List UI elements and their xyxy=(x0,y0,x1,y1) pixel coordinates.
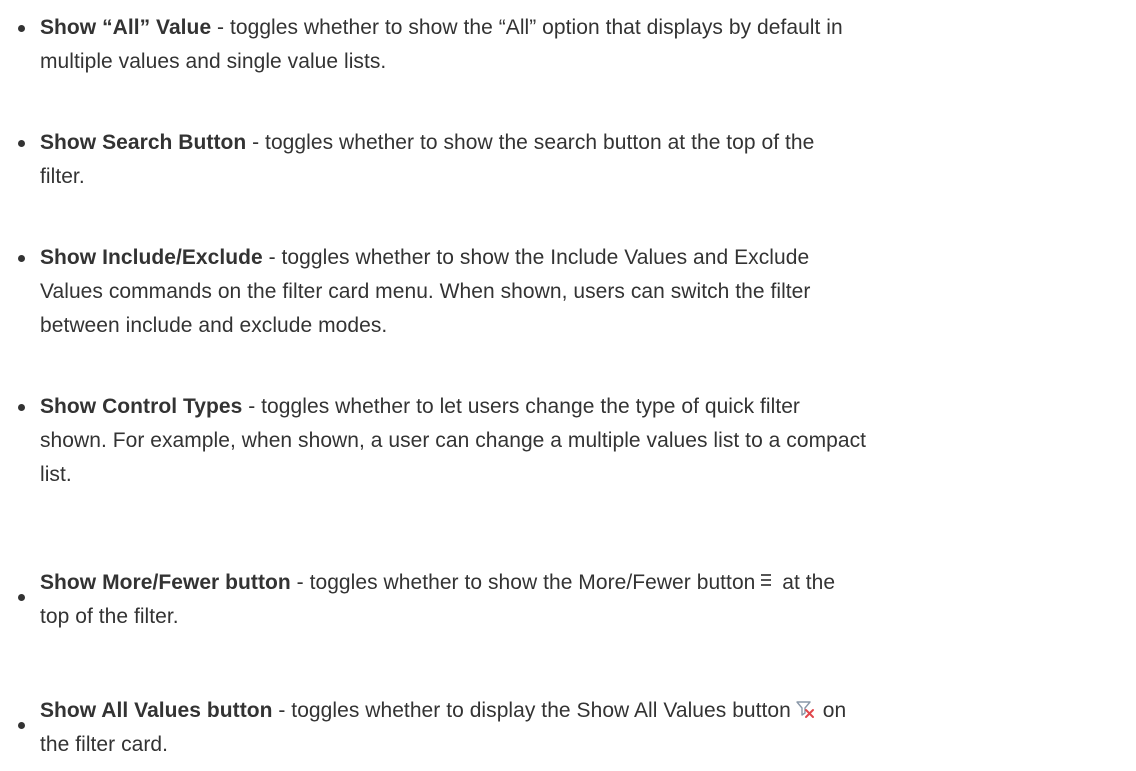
list-item-text: Show More/Fewer button - toggles whether… xyxy=(40,566,1120,634)
description-line: at the xyxy=(776,571,836,594)
term-show-all-value: Show “All” Value xyxy=(40,16,212,39)
description-line: on xyxy=(816,699,847,722)
description-line: - toggles whether to show the Include Va… xyxy=(262,246,810,269)
description-line: filter. xyxy=(40,165,85,188)
list-item-text: Show “All” Value - toggles whether to sh… xyxy=(40,11,1120,79)
bullet xyxy=(18,25,25,32)
term-show-control-types: Show Control Types xyxy=(40,395,243,418)
bullet xyxy=(18,594,25,601)
bullet xyxy=(18,722,25,729)
list-item-text: Show Include/Exclude - toggles whether t… xyxy=(40,241,1120,343)
term-show-more-fewer-button: Show More/Fewer button xyxy=(40,571,291,594)
description-line: - toggles whether to let users change th… xyxy=(242,395,800,418)
description-line: - toggles whether to show the “All” opti… xyxy=(211,16,843,39)
document-page: Show “All” Value - toggles whether to sh… xyxy=(0,0,1136,771)
filter-clear-icon-graphic xyxy=(796,701,814,719)
bullet xyxy=(18,140,25,147)
term-show-search-button: Show Search Button xyxy=(40,131,247,154)
list-item-text: Show All Values button - toggles whether… xyxy=(40,694,1120,762)
description-line: Values commands on the filter card menu.… xyxy=(40,280,811,303)
bullet xyxy=(18,404,25,411)
list-item-text: Show Search Button - toggles whether to … xyxy=(40,126,1120,194)
more-fewer-icon xyxy=(759,573,773,587)
description-line: - toggles whether to display the Show Al… xyxy=(272,699,791,722)
term-show-all-values-button: Show All Values button xyxy=(40,699,273,722)
bullet xyxy=(18,255,25,262)
description-line: shown. For example, when shown, a user c… xyxy=(40,429,867,452)
description-line: multiple values and single value lists. xyxy=(40,50,387,73)
description-line: - toggles whether to show the search but… xyxy=(246,131,815,154)
description-line: - toggles whether to show the More/Fewer… xyxy=(290,571,756,594)
term-show-include-exclude: Show Include/Exclude xyxy=(40,246,263,269)
show-all-values-icon xyxy=(795,696,815,719)
description-line: top of the filter. xyxy=(40,605,179,628)
description-line: the filter card. xyxy=(40,733,169,756)
description-line: list. xyxy=(40,463,72,486)
description-line: between include and exclude modes. xyxy=(40,314,388,337)
list-item-text: Show Control Types - toggles whether to … xyxy=(40,390,1120,492)
